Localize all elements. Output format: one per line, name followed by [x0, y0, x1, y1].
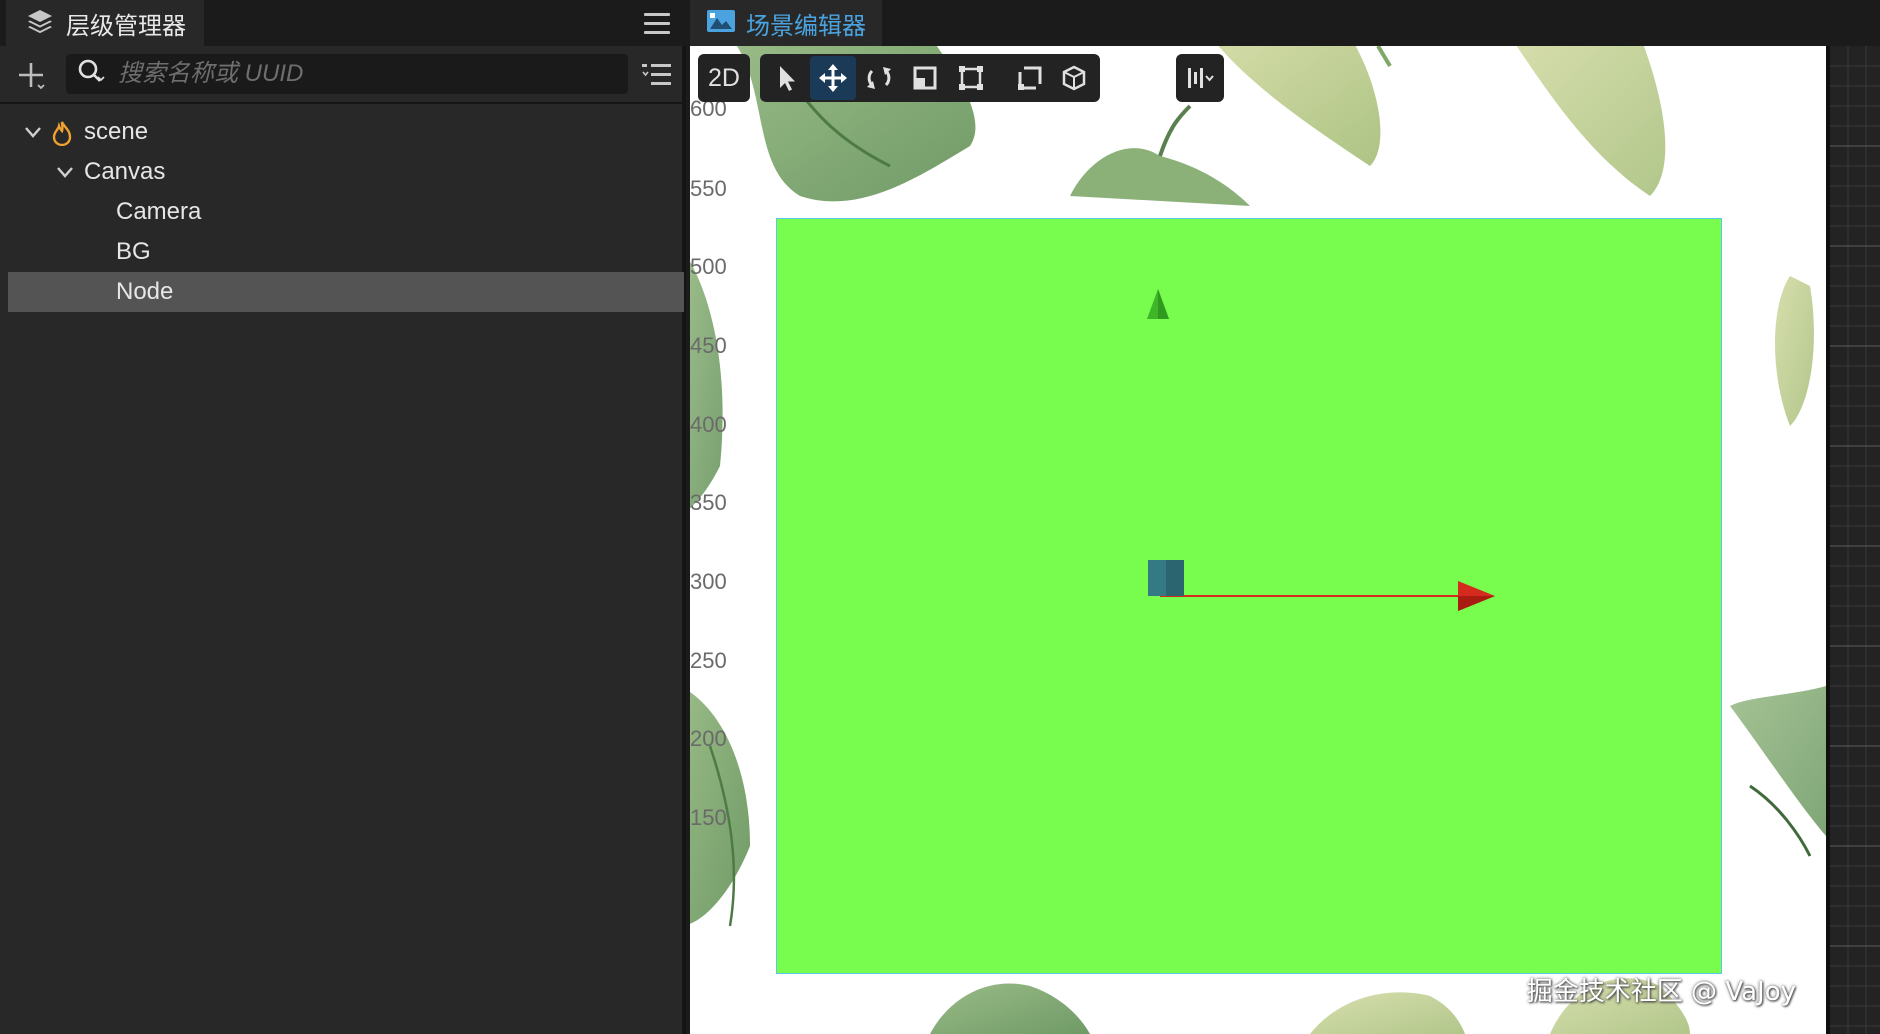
tree-item-bg[interactable]: BG: [8, 232, 684, 272]
mode-toggle-group: 2D: [698, 54, 750, 102]
grid-strip: [1830, 46, 1880, 1034]
select-tool-icon[interactable]: [764, 56, 810, 100]
search-icon[interactable]: [76, 57, 106, 92]
layers-icon: [26, 8, 54, 39]
snap-settings-icon[interactable]: [1180, 56, 1220, 100]
chevron-down-icon[interactable]: [54, 161, 76, 183]
search-box[interactable]: [66, 54, 628, 94]
space-tools-group: [1004, 54, 1100, 102]
tree-options-icon[interactable]: [640, 60, 674, 90]
local-pivot-icon[interactable]: [1008, 56, 1052, 100]
add-node-icon[interactable]: [14, 58, 48, 92]
fire-icon: [52, 120, 72, 153]
panel-menu-icon[interactable]: [640, 8, 674, 38]
gizmo-y-arrow[interactable]: [1147, 289, 1169, 319]
tree-item-label: BG: [116, 238, 151, 265]
move-tool-icon[interactable]: [810, 56, 856, 100]
tree-item-scene[interactable]: scene: [8, 112, 684, 152]
tree-item-canvas[interactable]: Canvas: [8, 152, 684, 192]
hierarchy-panel: 层级管理器 搜索名称或 UUID scene Canvas Camera BG …: [0, 0, 686, 1034]
scene-tab-title: 场景编辑器: [746, 12, 866, 40]
scene-editor-panel: 场景编辑器 600 550 500 450 400 350 300 250 20…: [690, 0, 1880, 1034]
hierarchy-tabbar: 层级管理器: [0, 0, 686, 46]
move-gizmo[interactable]: [690, 46, 1826, 1034]
scene-tabbar: 场景编辑器: [690, 0, 1880, 46]
tab-hierarchy[interactable]: 层级管理器: [6, 0, 204, 46]
hierarchy-tree: scene Canvas Camera BG Node: [8, 112, 684, 312]
scene-image-icon: [706, 8, 736, 39]
rotate-tool-icon[interactable]: [856, 56, 902, 100]
global-space-icon[interactable]: [1052, 56, 1096, 100]
scene-viewport[interactable]: 600 550 500 450 400 350 300 250 200 150: [690, 46, 1826, 1034]
tree-item-label: Canvas: [84, 158, 166, 185]
tree-item-node[interactable]: Node: [8, 272, 684, 312]
hierarchy-toolbar: [0, 46, 686, 104]
hierarchy-tab-title: 层级管理器: [66, 12, 186, 40]
tree-item-camera[interactable]: Camera: [8, 192, 684, 232]
chevron-down-icon[interactable]: [22, 121, 44, 143]
tab-scene-editor[interactable]: 场景编辑器: [690, 0, 882, 46]
tree-item-label: scene: [84, 118, 149, 145]
gizmo-x-arrow[interactable]: [1160, 581, 1495, 611]
tree-item-label: Node: [116, 278, 174, 305]
watermark-text: 掘金技术社区 @ VaJoy: [1526, 977, 1796, 1007]
rect-tool-icon[interactable]: [948, 56, 994, 100]
viewport-edge: [1826, 46, 1830, 1034]
scale-tool-icon[interactable]: [902, 56, 948, 100]
mode-2d-button[interactable]: 2D: [702, 56, 746, 100]
tree-item-label: Camera: [116, 198, 202, 225]
snap-tools-group: [1176, 54, 1224, 102]
search-input[interactable]: [118, 60, 588, 88]
gizmo-center-handle[interactable]: [1148, 560, 1184, 596]
